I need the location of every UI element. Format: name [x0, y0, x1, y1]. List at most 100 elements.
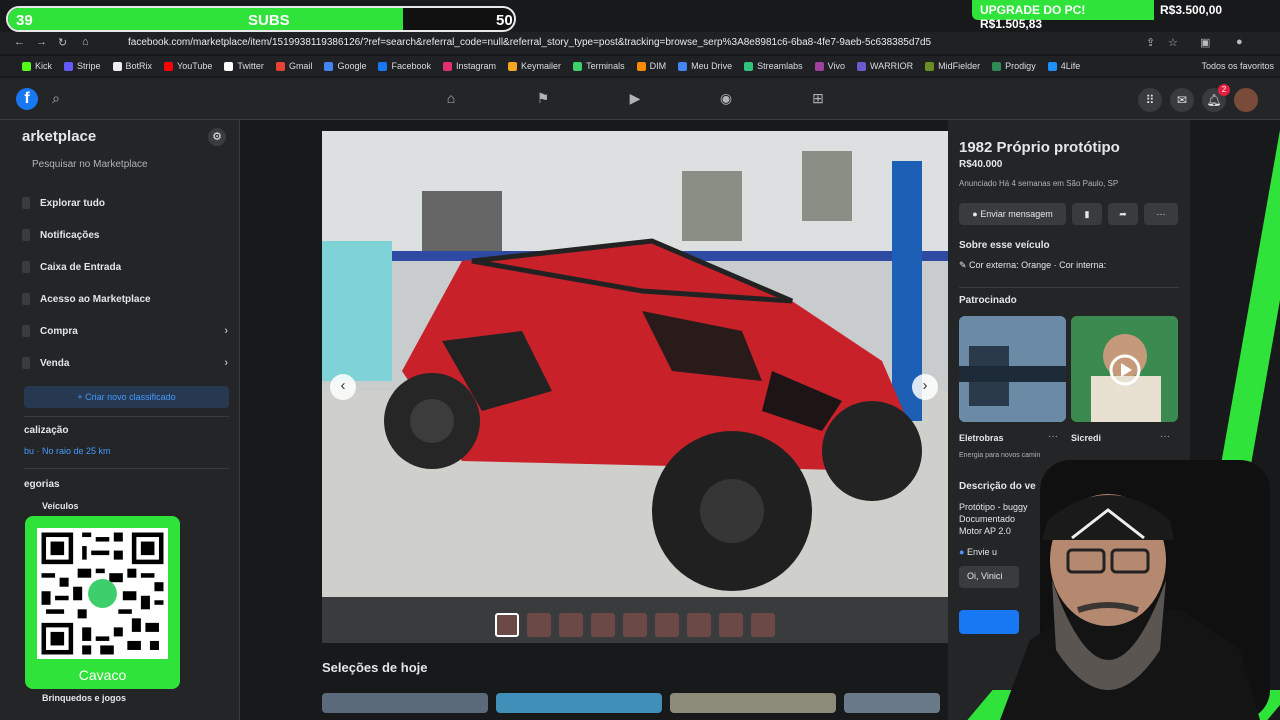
bookmark-item[interactable]: Twitter: [224, 61, 264, 71]
bookmark-item[interactable]: Keymailer: [508, 61, 561, 71]
bookmark-label: DIM: [649, 61, 667, 71]
messenger-icon: ●: [972, 209, 981, 219]
groups-nav-icon[interactable]: ◉: [716, 90, 736, 108]
vehicle-color-attribute: ✎ Cor externa: Orange · Cor interna:: [959, 260, 1106, 271]
bookmark-item[interactable]: 4Life: [1047, 61, 1080, 71]
bookmark-label: Meu Drive: [691, 61, 733, 71]
photo-thumbnail[interactable]: [591, 613, 615, 637]
bookmarks-folder[interactable]: Todos os favoritos: [1201, 61, 1280, 71]
bookmark-star-icon[interactable]: ☆: [1168, 36, 1178, 49]
photo-thumbnail[interactable]: [719, 613, 743, 637]
share-button[interactable]: ➦: [1108, 203, 1138, 225]
more-options-button[interactable]: ···: [1144, 203, 1178, 225]
listing-title: 1982 Próprio protótipo: [959, 139, 1120, 156]
search-icon[interactable]: ⌕: [46, 90, 66, 108]
listing-card[interactable]: [670, 693, 836, 713]
photo-thumbnail[interactable]: [655, 613, 679, 637]
chevron-right-icon: ›: [224, 325, 228, 337]
bookmark-item[interactable]: Kick: [22, 61, 52, 71]
bookmark-label: Prodigy: [1005, 61, 1036, 71]
next-photo-button[interactable]: ›: [912, 374, 938, 400]
bookmark-favicon-icon: [64, 61, 74, 71]
messenger-icon[interactable]: ✉: [1170, 88, 1194, 112]
bookmark-item[interactable]: Prodigy: [992, 61, 1036, 71]
notification-count-badge: 2: [1218, 84, 1230, 96]
settings-gear-icon[interactable]: ⚙: [208, 128, 226, 146]
account-avatar[interactable]: [1234, 88, 1258, 112]
sidebar-item-access[interactable]: Acesso ao Marketplace: [22, 287, 232, 311]
bookmark-label: Stripe: [77, 61, 101, 71]
bookmark-favicon-icon: [1047, 61, 1057, 71]
facebook-logo-icon[interactable]: f: [16, 88, 38, 110]
upgrade-goal-banner: UPGRADE DO PC! R$1.505,83: [972, 0, 1154, 31]
photo-thumbnail[interactable]: [623, 613, 647, 637]
sponsor-more-icon[interactable]: ···: [1160, 431, 1170, 442]
bookmark-label: Terminals: [586, 61, 625, 71]
subs-goal-bar: 39 SUBS 50: [6, 6, 516, 32]
bookmark-item[interactable]: Vivo: [814, 61, 845, 71]
bookmark-item[interactable]: Instagram: [443, 61, 496, 71]
save-bookmark-button[interactable]: ▮: [1072, 203, 1102, 225]
location-filter-link[interactable]: bu · No raio de 25 km: [24, 446, 111, 456]
listing-card[interactable]: [844, 693, 940, 713]
create-listing-button[interactable]: + Criar novo classificado: [24, 386, 229, 408]
category-vehicles[interactable]: Veículos: [42, 494, 222, 518]
qr-code-image: [37, 528, 168, 659]
home-icon[interactable]: ⌂: [82, 36, 89, 48]
sponsor-name[interactable]: Eletrobras: [959, 433, 1004, 443]
sidebar-item-label: Venda: [40, 357, 70, 369]
bookmark-item[interactable]: YouTube: [164, 61, 212, 71]
sponsor-ad-video[interactable]: [1071, 316, 1178, 422]
reload-icon[interactable]: ↻: [58, 36, 67, 49]
address-bar[interactable]: facebook.com/marketplace/item/1519938119…: [110, 33, 1190, 53]
sidebar-item-notifications[interactable]: Notificações: [22, 223, 232, 247]
bookmark-item[interactable]: BotRix: [112, 61, 153, 71]
bookmark-item[interactable]: MidFielder: [925, 61, 980, 71]
listing-card[interactable]: [322, 693, 488, 713]
bookmark-favicon-icon: [22, 61, 31, 71]
bookmark-label: BotRix: [125, 61, 153, 71]
home-nav-icon[interactable]: ⌂: [441, 90, 461, 108]
listing-card[interactable]: [496, 693, 662, 713]
bookmark-item[interactable]: Terminals: [573, 61, 625, 71]
sponsor-more-icon[interactable]: ···: [1048, 431, 1058, 442]
sidebar-item-selling[interactable]: Venda ›: [22, 351, 232, 375]
send-message-button[interactable]: ● Enviar mensagem: [959, 203, 1066, 225]
bookmark-label: MidFielder: [938, 61, 981, 71]
bookmark-item[interactable]: DIM: [636, 61, 667, 71]
sidebar-item-buying[interactable]: Compra ›: [22, 319, 232, 343]
share-icon[interactable]: ⇪: [1146, 36, 1155, 49]
category-toys-games[interactable]: Brinquedos e jogos: [42, 686, 222, 710]
menu-grid-icon[interactable]: ⠿: [1138, 88, 1162, 112]
bookmark-item[interactable]: WARRIOR: [856, 61, 913, 71]
sidebar-item-inbox[interactable]: Caixa de Entrada: [22, 255, 232, 279]
profile-icon[interactable]: ●: [1236, 36, 1243, 48]
gaming-nav-icon[interactable]: ⊞: [808, 90, 828, 108]
bookmark-item[interactable]: Streamlabs: [744, 61, 803, 71]
subs-goal: 50: [496, 12, 513, 29]
photo-thumbnail[interactable]: [527, 613, 551, 637]
sidebar-item-explore[interactable]: Explorar tudo: [22, 191, 232, 215]
photo-thumbnail[interactable]: [559, 613, 583, 637]
photo-thumbnail[interactable]: [751, 613, 775, 637]
photo-thumbnail[interactable]: [687, 613, 711, 637]
video-nav-icon[interactable]: ▶: [625, 90, 645, 108]
bookmark-favicon-icon: [636, 61, 646, 71]
bookmark-label: Google: [337, 61, 367, 71]
forward-icon[interactable]: →: [36, 36, 47, 48]
bookmark-label: Instagram: [456, 61, 497, 71]
photo-thumbnail[interactable]: [495, 613, 519, 637]
sponsor-ad-image[interactable]: [959, 316, 1066, 422]
sponsor-name[interactable]: Sicredi: [1071, 433, 1101, 443]
pages-nav-icon[interactable]: ⚑: [533, 90, 553, 108]
bookmark-item[interactable]: Gmail: [275, 61, 312, 71]
previous-photo-button[interactable]: ‹: [330, 374, 356, 400]
back-icon[interactable]: ←: [14, 36, 25, 48]
extensions-icon[interactable]: ▣: [1200, 36, 1210, 49]
bookmark-item[interactable]: Meu Drive: [678, 61, 732, 71]
bookmark-item[interactable]: Google: [324, 61, 366, 71]
marketplace-search-input[interactable]: Pesquisar no Marketplace: [22, 155, 230, 175]
bookmark-item[interactable]: Facebook: [378, 61, 431, 71]
listing-meta: Anunciado Há 4 semanas em São Paulo, SP: [959, 179, 1119, 188]
bookmark-item[interactable]: Stripe: [64, 61, 101, 71]
